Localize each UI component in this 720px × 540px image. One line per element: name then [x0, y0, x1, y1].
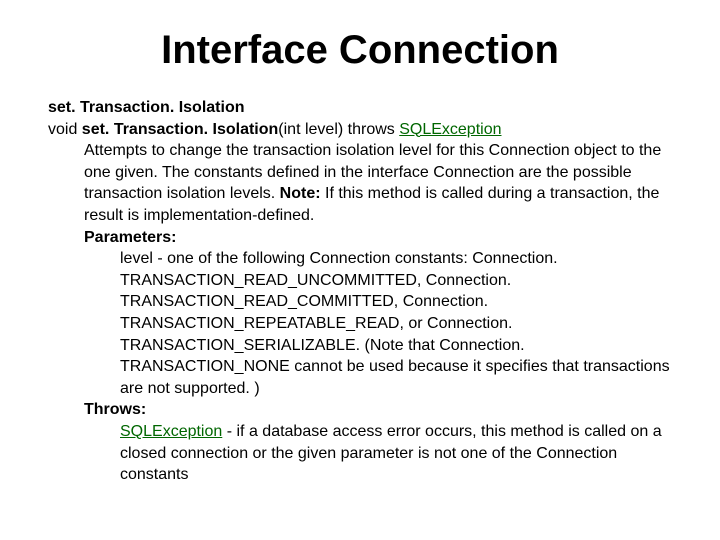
throws-link[interactable]: SQLException [120, 423, 222, 440]
signature-method-name: set. Transaction. Isolation [82, 121, 279, 138]
parameters-body: level - one of the following Connection … [120, 248, 672, 399]
parameters-label: Parameters: [84, 227, 672, 249]
slide: Interface Connection set. Transaction. I… [0, 0, 720, 506]
method-name-heading: set. Transaction. Isolation [48, 97, 672, 119]
page-title: Interface Connection [48, 28, 672, 73]
method-description: Attempts to change the transaction isola… [84, 140, 672, 226]
signature-args: (int level) throws [278, 121, 399, 138]
throws-label: Throws: [84, 399, 672, 421]
signature-throws-link[interactable]: SQLException [399, 121, 501, 138]
method-signature: void set. Transaction. Isolation(int lev… [48, 119, 672, 141]
throws-body: SQLException - if a database access erro… [120, 421, 672, 486]
description-note-label: Note: [280, 185, 321, 202]
signature-prefix: void [48, 121, 82, 138]
